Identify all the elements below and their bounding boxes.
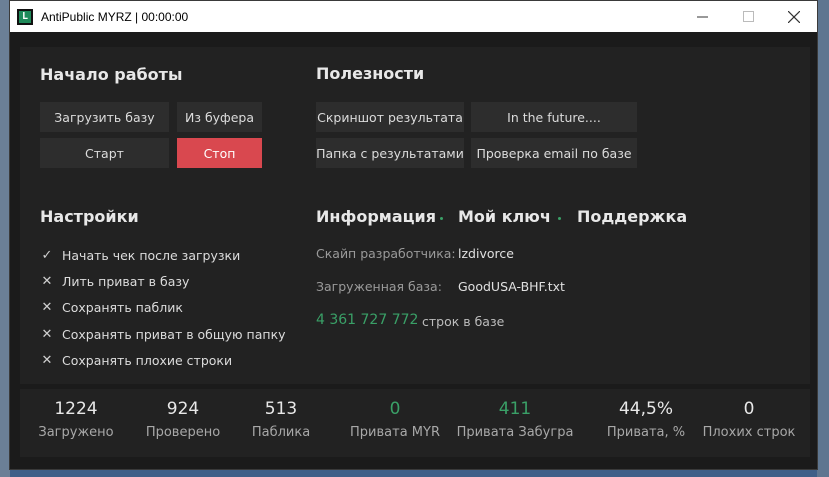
stat-label: Привата MYR [350, 425, 440, 440]
app-window: L AntiPublic MYRZ | 00:00:00 Начало рабо… [9, 0, 818, 470]
results-folder-button[interactable]: Папка с результатами [316, 138, 464, 168]
loaded-db-label: Загруженная база: [316, 279, 442, 294]
option-save-private-common[interactable]: ✕ Сохранять приват в общую папку [40, 327, 286, 342]
start-button[interactable]: Старт [40, 138, 169, 168]
close-button[interactable] [771, 1, 817, 32]
stats-bar: 1224 Загружено 924 Проверено 513 Паблика… [20, 389, 810, 457]
maximize-icon [742, 11, 754, 22]
cross-icon: ✕ [41, 327, 53, 342]
start-heading: Начало работы [40, 65, 183, 84]
stat-value: 0 [743, 399, 755, 419]
cross-icon: ✕ [41, 353, 53, 368]
close-icon [788, 10, 800, 23]
title-bar[interactable]: L AntiPublic MYRZ | 00:00:00 [10, 1, 817, 32]
load-db-button[interactable]: Загрузить базу [40, 102, 169, 132]
maximize-button[interactable] [725, 1, 771, 32]
option-label: Лить приват в базу [62, 274, 190, 289]
option-label: Сохранять плохие строки [62, 353, 233, 368]
stop-button[interactable]: Стоп [177, 138, 262, 168]
utilities-heading: Полезности [316, 64, 425, 83]
option-label: Сохранять паблик [62, 300, 183, 315]
desktop-background-right [817, 0, 829, 477]
stat-bad-lines: 0 Плохих строк [684, 399, 814, 440]
separator-dot [440, 217, 443, 220]
option-label: Сохранять приват в общую папку [62, 327, 286, 342]
check-email-button[interactable]: Проверка email по базе [471, 138, 637, 168]
tab-info[interactable]: Информация [316, 207, 436, 226]
stat-value: 513 [264, 399, 298, 419]
stat-value: 0 [389, 399, 401, 419]
screenshot-button[interactable]: Скриншот результата [316, 102, 464, 132]
loaded-db-value: GoodUSA-BHF.txt [458, 279, 565, 294]
check-icon: ✓ [41, 248, 53, 263]
lines-count: 4 361 727 772 [316, 312, 419, 328]
cross-icon: ✕ [41, 300, 53, 315]
cross-icon: ✕ [41, 274, 53, 289]
lines-label: строк в базе [422, 314, 505, 329]
future-button[interactable]: In the future.... [471, 102, 637, 132]
stat-private-abroad: 411 Привата Забугра [450, 399, 580, 440]
option-start-check[interactable]: ✓ Начать чек после загрузки [40, 248, 241, 263]
minimize-icon [696, 16, 708, 18]
main-panel: Начало работы Загрузить базу Из буфера С… [20, 47, 810, 384]
from-buffer-button[interactable]: Из буфера [177, 102, 262, 132]
option-save-public[interactable]: ✕ Сохранять паблик [40, 300, 183, 315]
stat-public: 513 Паблика [216, 399, 346, 440]
skype-value: lzdivorce [458, 246, 514, 261]
minimize-button[interactable] [679, 1, 725, 32]
window-title: AntiPublic MYRZ | 00:00:00 [41, 9, 189, 24]
separator-dot [558, 217, 561, 220]
stat-private-myr: 0 Привата MYR [330, 399, 460, 440]
tab-support[interactable]: Поддержка [577, 207, 687, 226]
stat-label: Привата Забугра [456, 425, 574, 440]
skype-label: Скайп разработчика: [316, 246, 456, 261]
stat-label: Паблика [251, 425, 311, 440]
stat-label: Плохих строк [702, 425, 796, 440]
option-label: Начать чек после загрузки [62, 248, 241, 263]
app-logo-icon: L [17, 8, 33, 25]
option-save-bad-lines[interactable]: ✕ Сохранять плохие строки [40, 353, 233, 368]
tab-my-key[interactable]: Мой ключ [458, 207, 551, 226]
option-push-private[interactable]: ✕ Лить приват в базу [40, 274, 190, 289]
settings-heading: Настройки [40, 207, 139, 226]
stat-value: 411 [498, 399, 532, 419]
